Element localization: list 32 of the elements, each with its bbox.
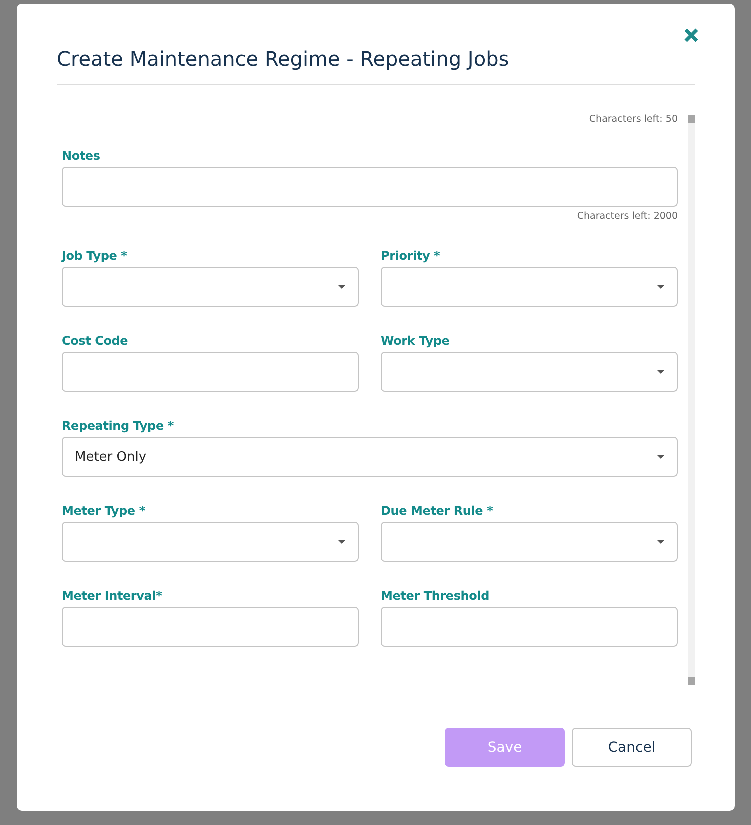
character-counter: Characters left: 50 (588, 115, 678, 125)
field-label: Notes (62, 148, 100, 165)
caret-icon (657, 540, 665, 544)
field-label: Cost Code (62, 333, 128, 350)
dropdown-field[interactable] (381, 267, 678, 307)
dropdown-field[interactable] (381, 522, 678, 562)
input-field[interactable] (62, 167, 678, 207)
scrollbar[interactable] (688, 115, 695, 685)
field-label: Meter Type * (62, 503, 146, 520)
character-counter: Characters left: 2000 (576, 211, 678, 222)
field-label: Meter Threshold (381, 588, 490, 605)
caret-icon (338, 540, 346, 544)
dialog-title: Create Maintenance Regime - Repeating Jobs (57, 47, 695, 85)
input-field[interactable] (62, 607, 359, 647)
field-label: Job Type * (62, 248, 128, 265)
caret-icon (657, 455, 665, 459)
dropdown-field[interactable]: Meter Only (62, 437, 678, 477)
dropdown-field[interactable] (381, 352, 678, 392)
field-label: Repeating Type * (62, 418, 174, 435)
cancel-button[interactable]: Cancel (572, 728, 692, 767)
field-label: Priority * (381, 248, 440, 265)
input-field[interactable] (381, 607, 678, 647)
caret-icon (657, 285, 665, 289)
caret-icon (338, 285, 346, 289)
input-field[interactable] (62, 352, 359, 392)
field-label: Due Meter Rule * (381, 503, 494, 520)
field-label: Meter Interval* (62, 588, 162, 605)
caret-icon (657, 370, 665, 374)
close-icon[interactable] (684, 28, 699, 43)
dropdown-field[interactable] (62, 267, 359, 307)
dropdown-field[interactable] (62, 522, 359, 562)
field-label: Work Type (381, 333, 450, 350)
